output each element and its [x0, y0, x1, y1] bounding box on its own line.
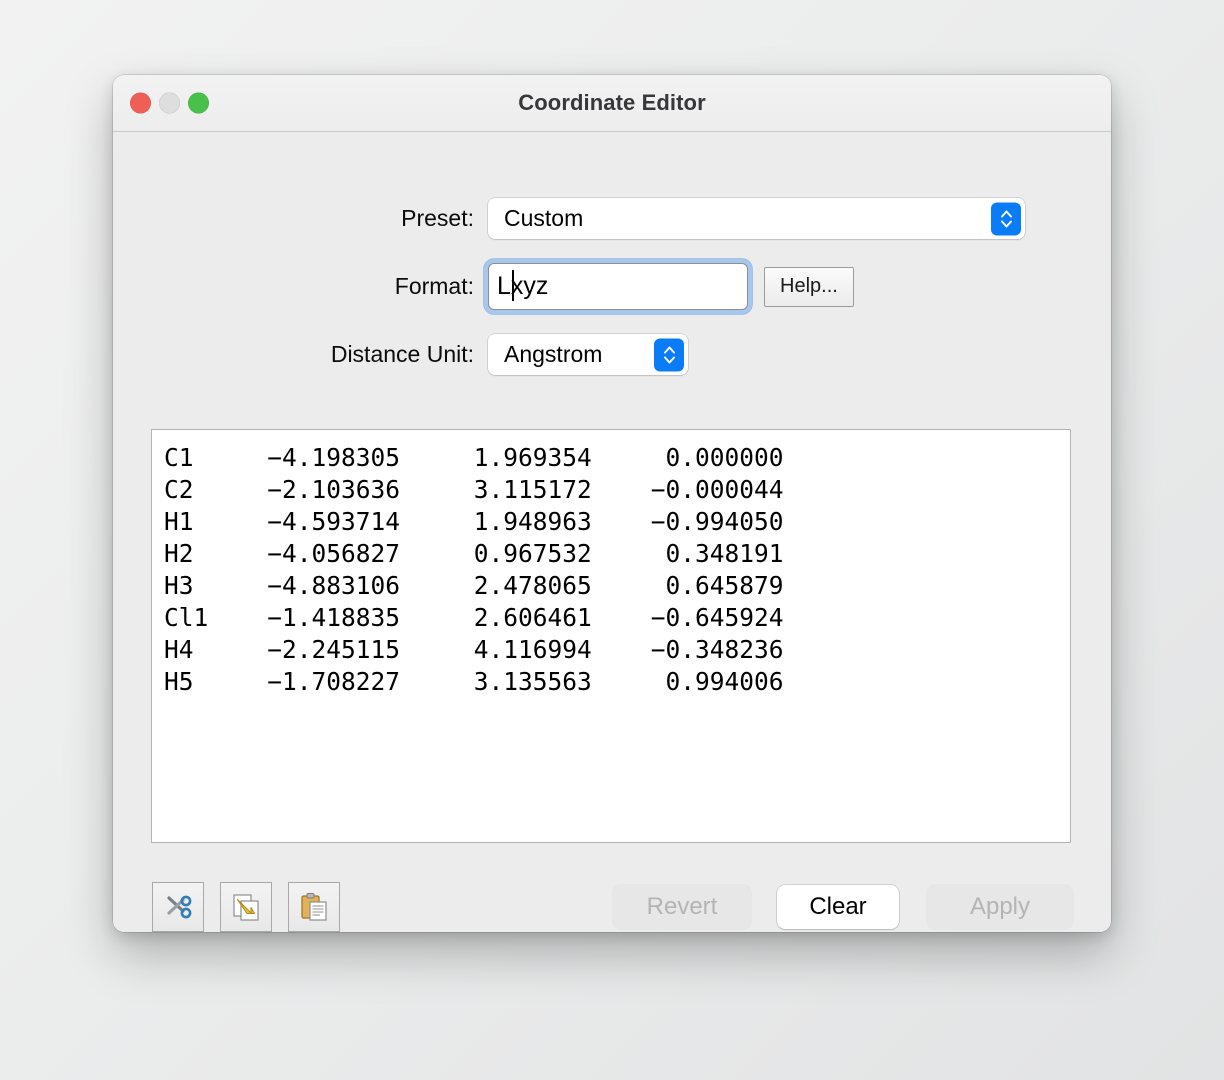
distance-unit-stepper-icon[interactable]	[654, 338, 684, 371]
format-input-value: Lxyz	[497, 272, 549, 300]
close-window-button[interactable]	[130, 92, 151, 114]
maximize-window-button[interactable]	[188, 92, 209, 114]
distance-unit-label: Distance Unit:	[330, 341, 474, 367]
coordinate-textarea[interactable]: C1 −4.198305 1.969354 0.000000 C2 −2.103…	[151, 429, 1071, 843]
window-title: Coordinate Editor	[518, 90, 706, 115]
cut-icon	[167, 895, 192, 919]
coordinate-editor-window: Coordinate Editor Preset: Custom Format:…	[113, 75, 1111, 932]
format-label: Format:	[394, 273, 474, 299]
clear-button[interactable]: Clear	[777, 885, 899, 929]
text-caret	[512, 270, 514, 301]
copy-icon	[233, 894, 259, 921]
distance-unit-row: Distance Unit: Angstrom	[113, 334, 688, 375]
preset-row: Preset: Custom	[113, 198, 1025, 239]
format-input[interactable]: Lxyz	[488, 263, 748, 310]
window-titlebar: Coordinate Editor	[113, 75, 1111, 132]
chevron-up-icon	[663, 346, 675, 353]
distance-unit-select[interactable]: Angstrom	[488, 334, 688, 375]
copy-button[interactable]	[220, 882, 272, 932]
preset-selected-value: Custom	[504, 205, 584, 231]
apply-button[interactable]: Apply	[927, 885, 1073, 929]
coordinate-text: C1 −4.198305 1.969354 0.000000 C2 −2.103…	[164, 443, 784, 696]
preset-stepper-icon[interactable]	[991, 202, 1021, 235]
paste-button[interactable]	[288, 882, 340, 932]
chevron-up-icon	[1000, 210, 1012, 217]
cut-button[interactable]	[152, 882, 204, 932]
dialog-content: Preset: Custom Format: Lxyz Help... Dist…	[113, 132, 1111, 932]
preset-select[interactable]: Custom	[488, 198, 1025, 239]
chevron-down-icon	[1000, 220, 1012, 227]
chevron-down-icon	[663, 356, 675, 363]
preset-label: Preset:	[401, 205, 474, 231]
help-button[interactable]: Help...	[764, 266, 854, 307]
minimize-window-button[interactable]	[159, 92, 180, 114]
paste-icon	[301, 893, 327, 921]
format-row: Format: Lxyz Help...	[113, 263, 854, 310]
traffic-light-group	[130, 92, 209, 114]
revert-button[interactable]: Revert	[613, 885, 751, 929]
distance-unit-selected-value: Angstrom	[504, 341, 603, 367]
